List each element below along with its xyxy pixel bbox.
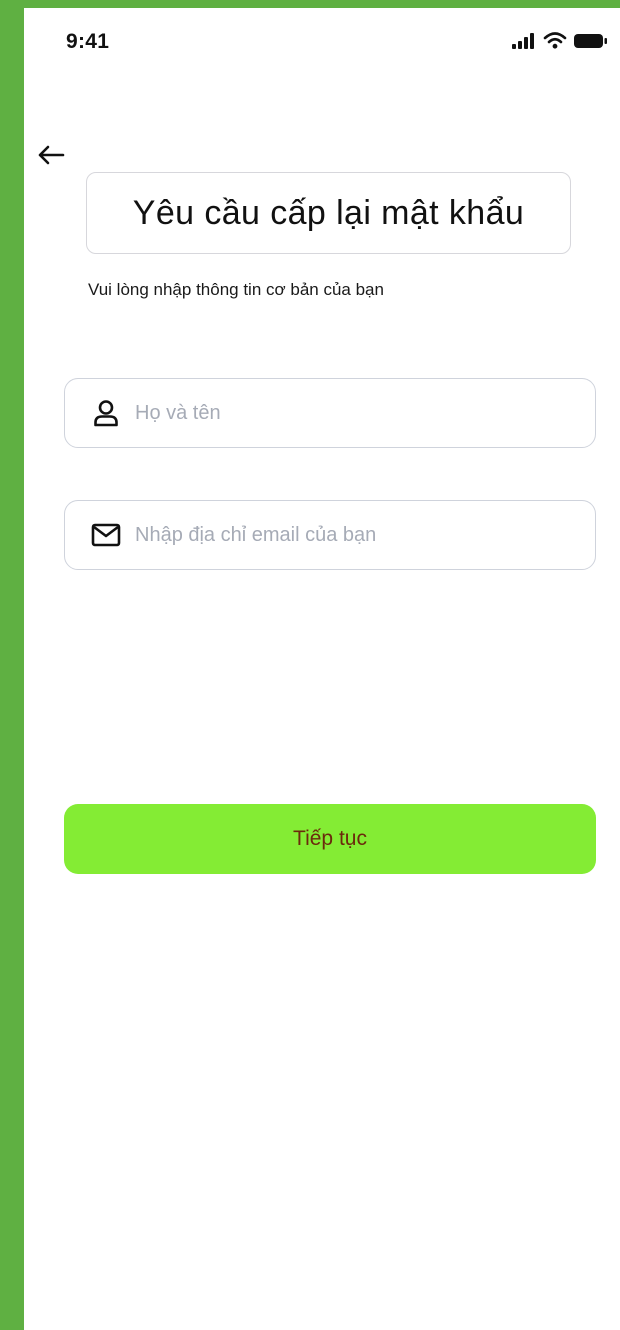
continue-button[interactable]: Tiếp tục: [64, 804, 596, 874]
page-subtitle: Vui lòng nhập thông tin cơ bản của bạn: [88, 280, 384, 299]
page-title: Yêu cầu cấp lại mật khẩu: [132, 193, 525, 232]
battery-icon: [574, 33, 607, 48]
wifi-icon: [543, 32, 567, 49]
arrow-left-icon: [38, 145, 65, 165]
email-input[interactable]: [135, 523, 575, 547]
email-field[interactable]: [64, 500, 596, 570]
back-button[interactable]: [34, 138, 68, 172]
page-title-box: Yêu cầu cấp lại mật khẩu: [86, 172, 571, 254]
phone-screen: 9:41 Yêu cầu cấp lại mật khẩu Vui lòng n…: [24, 8, 620, 1330]
mail-icon: [91, 520, 121, 550]
full-name-input[interactable]: [135, 401, 575, 425]
status-bar: 9:41: [24, 8, 620, 78]
cellular-signal-icon: [512, 32, 534, 49]
status-icons: [512, 32, 608, 49]
user-icon: [91, 398, 121, 428]
full-name-field[interactable]: [64, 378, 596, 448]
status-time: 9:41: [66, 30, 110, 53]
